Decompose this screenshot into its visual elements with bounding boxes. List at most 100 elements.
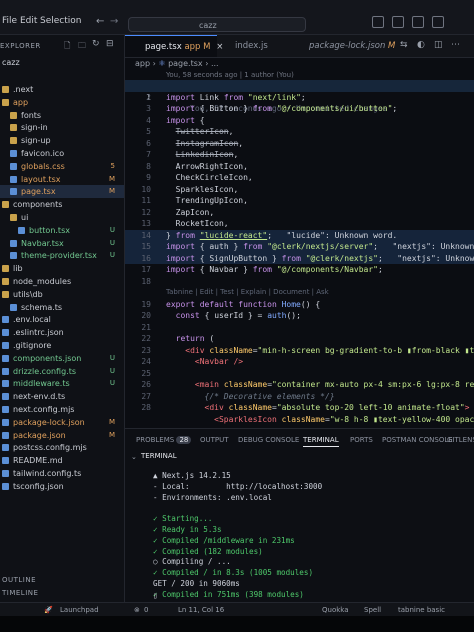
sidebar-item-app[interactable]: app: [0, 96, 124, 109]
compare-icon[interactable]: ⇆: [400, 40, 408, 50]
sidebar-item-label: app: [13, 97, 29, 107]
file-icon: [2, 393, 9, 401]
terminal-line: GET / 200 in 9060ms: [153, 579, 240, 588]
breadcrumb-file[interactable]: page.tsx: [168, 59, 203, 68]
sidebar-item-components-json[interactable]: components.json U: [0, 352, 124, 365]
panel-tab-output[interactable]: OUTPUT: [200, 436, 229, 444]
code-line: 17 import { Navbar } from "@/components/N…: [141, 265, 383, 274]
project-root[interactable]: cazz: [2, 58, 20, 67]
panel-tab-postman[interactable]: POSTMAN CONSOLE: [382, 436, 453, 444]
folder-icon: [2, 98, 9, 106]
tabnine-status[interactable]: tabnine basic: [398, 603, 445, 617]
sidebar-item-node-modules[interactable]: node_modules: [0, 275, 124, 288]
file-icon: [2, 470, 9, 477]
chevron-down-icon[interactable]: ⌄: [131, 453, 137, 461]
sidebar-item-package-lock-json[interactable]: package-lock.json M: [0, 416, 124, 429]
sidebar-item-drizzle-config-ts[interactable]: drizzle.config.ts U: [0, 365, 124, 378]
sidebar-item-schema-ts[interactable]: schema.ts: [0, 301, 124, 314]
new-folder-icon[interactable]: 🗀: [78, 40, 86, 54]
spell-status[interactable]: Spell: [364, 603, 381, 617]
sidebar-item-eslintrc-json[interactable]: .eslintrc.json: [0, 326, 124, 339]
menu-edit[interactable]: Edit: [20, 16, 37, 26]
git-status-badge: U: [109, 225, 115, 234]
sidebar-item-ui[interactable]: ui: [0, 211, 124, 224]
code-line: 8 ArrowRightIcon,: [146, 161, 248, 171]
panel-tab-gitlens[interactable]: GITLENS: [447, 436, 474, 444]
launchpad-status[interactable]: Launchpad: [60, 603, 99, 617]
sidebar-item-tsconfig-json[interactable]: tsconfig.json: [0, 480, 124, 493]
split-editor-icon[interactable]: ◫: [434, 40, 443, 50]
sidebar-item-fonts[interactable]: fonts: [0, 109, 124, 122]
new-file-icon[interactable]: 🗋: [64, 40, 70, 54]
menu-selection[interactable]: Selection: [40, 16, 81, 26]
file-icon: [2, 482, 9, 490]
tab-page-tsx[interactable]: page.tsx app M ×: [125, 35, 223, 57]
sidebar-item-label: README.md: [13, 456, 63, 466]
timeline-header[interactable]: TIMELINE: [2, 589, 38, 597]
rocket-icon[interactable]: 🚀: [44, 603, 53, 617]
toggle-secondary-sidebar-icon[interactable]: [412, 16, 424, 28]
sidebar-item-label: components.json: [13, 353, 82, 363]
quokka-status[interactable]: Quokka: [322, 603, 349, 617]
sidebar-item-next[interactable]: .next: [0, 83, 124, 96]
sidebar-item-next-env-d-ts[interactable]: next-env.d.ts: [0, 390, 124, 403]
sidebar-item-navbar-tsx[interactable]: Navbar.tsx U: [0, 237, 124, 250]
sidebar-item-package-json[interactable]: package.json M: [0, 429, 124, 442]
error-icon[interactable]: ⊗: [134, 603, 140, 617]
file-icon: [2, 444, 9, 452]
menu-file[interactable]: File: [2, 16, 17, 26]
sidebar-item-layout-tsx[interactable]: layout.tsx M: [0, 173, 124, 186]
sidebar-item-gitignore[interactable]: .gitignore: [0, 339, 124, 352]
terminal-cursor[interactable]: ▯: [153, 591, 158, 602]
sidebar-item-label: globals.css: [21, 161, 65, 171]
toggle-sidebar-icon[interactable]: [372, 16, 384, 28]
layout-icon[interactable]: [432, 16, 444, 28]
tab-package-lock[interactable]: package-lock.json M: [293, 35, 395, 57]
code-line: 14} from "lucide-react"; "lucide": Unkno…: [125, 229, 474, 241]
editor-tabs: page.tsx app M × index.js package-lock.j…: [125, 35, 474, 58]
back-arrow-icon[interactable]: ←: [96, 16, 104, 27]
code-line: 27 {/* Decorative elements */}: [141, 391, 335, 401]
cursor-position[interactable]: Ln 11, Col 16: [178, 603, 224, 617]
panel-tab-problems[interactable]: PROBLEMS 28: [136, 436, 192, 444]
file-icon: [18, 226, 25, 234]
sidebar-item-next-config-mjs[interactable]: next.config.mjs: [0, 403, 124, 416]
sidebar-item-sign-in[interactable]: sign-in: [0, 121, 124, 134]
sidebar-item-favicon-ico[interactable]: favicon.ico: [0, 147, 124, 160]
code-editor[interactable]: 1 You, 52 seconds ago • Uncommitted chan…: [125, 80, 474, 428]
codelens: Tabnine | Edit | Test | Explain | Docume…: [166, 288, 329, 296]
sidebar-item-readme-md[interactable]: README.md: [0, 454, 124, 467]
code-line: <SparklesIcon className="w-8 h-8 ▮text-y…: [214, 414, 474, 424]
sidebar-item-sign-up[interactable]: sign-up: [0, 134, 124, 147]
panel-tab-debug-console[interactable]: DEBUG CONSOLE: [238, 436, 299, 444]
sidebar-item-button-tsx[interactable]: button.tsx U: [0, 224, 124, 237]
sidebar-item-components[interactable]: components: [0, 198, 124, 211]
sidebar-item-label: tsconfig.json: [13, 481, 64, 491]
sidebar-item-env-local[interactable]: .env.local: [0, 313, 124, 326]
refresh-icon[interactable]: ↻: [92, 39, 100, 49]
more-icon[interactable]: ⋯: [451, 40, 460, 50]
git-icon[interactable]: ◐: [417, 40, 425, 50]
breadcrumb-app[interactable]: app: [135, 59, 150, 68]
toggle-panel-icon[interactable]: [392, 16, 404, 28]
sidebar-item-utils-db[interactable]: utils\db: [0, 288, 124, 301]
sidebar-item-label: package-lock.json: [13, 417, 85, 427]
sidebar-item-lib[interactable]: lib: [0, 262, 124, 275]
code-line: 28 <div className="absolute top-20 left-…: [141, 403, 470, 412]
collapse-icon[interactable]: ⊟: [106, 39, 114, 49]
breadcrumb-more[interactable]: ...: [211, 59, 219, 68]
outline-header[interactable]: OUTLINE: [2, 576, 36, 584]
sidebar-item-page-tsx[interactable]: page.tsx M: [0, 185, 124, 199]
command-search[interactable]: cazz: [128, 17, 306, 32]
sidebar-item-tailwind-config-ts[interactable]: tailwind.config.ts: [0, 467, 124, 480]
sidebar-item-middleware-ts[interactable]: middleware.ts U: [0, 377, 124, 390]
panel-tab-terminal[interactable]: TERMINAL: [303, 436, 339, 447]
error-count[interactable]: 0: [144, 603, 148, 617]
sidebar-item-postcss-config-mjs[interactable]: postcss.config.mjs: [0, 441, 124, 454]
panel-tab-ports[interactable]: PORTS: [350, 436, 373, 444]
sidebar-item-label: next.config.mjs: [13, 405, 75, 414]
forward-arrow-icon[interactable]: →: [110, 16, 118, 27]
sidebar-item-globals-css[interactable]: globals.css 5: [0, 160, 124, 173]
sidebar-item-theme-provider-tsx[interactable]: theme-provider.tsx U: [0, 249, 124, 262]
tab-index-js[interactable]: index.js: [221, 35, 289, 57]
